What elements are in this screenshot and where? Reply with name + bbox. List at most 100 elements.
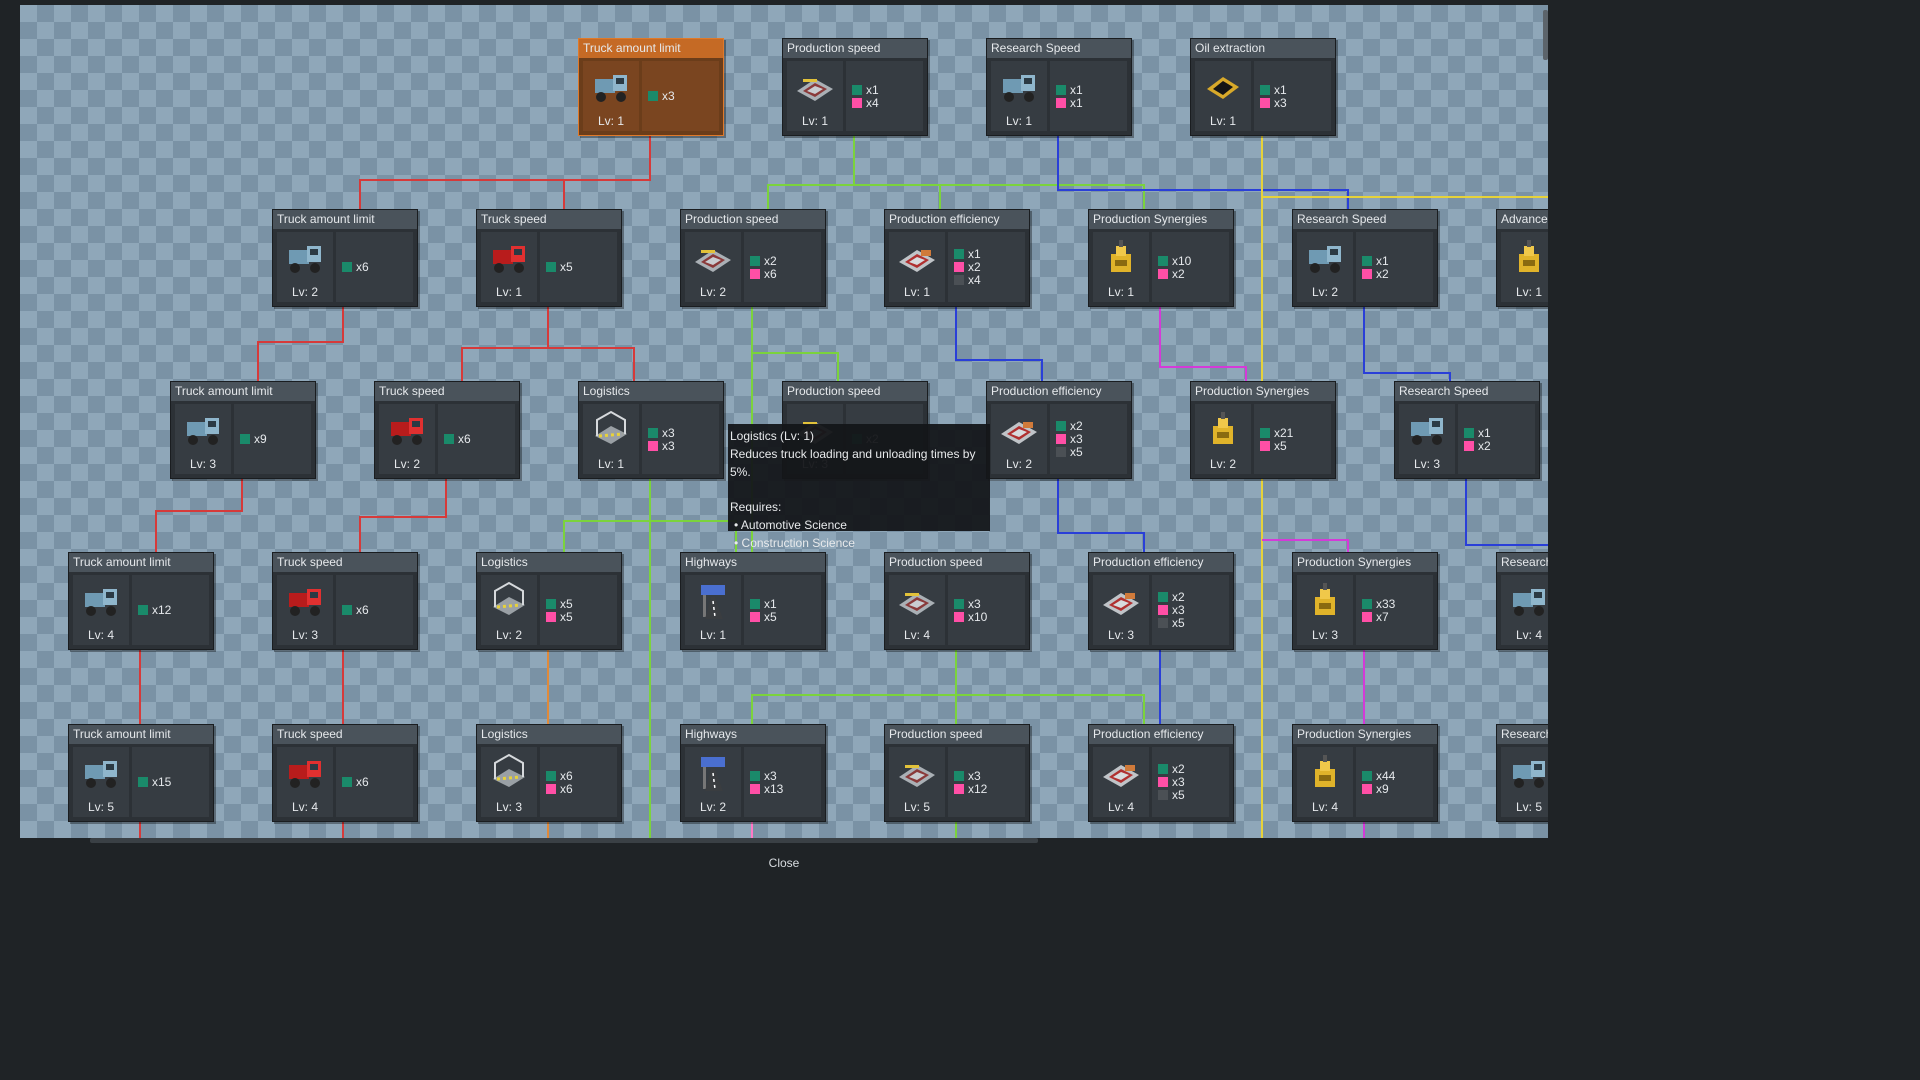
- tech-node[interactable]: Production efficiency Lv: 3 x2 x3 x5: [1088, 552, 1234, 650]
- cost-amount: x5: [560, 260, 573, 274]
- tech-node[interactable]: Truck speed Lv: 4 x6: [272, 724, 418, 822]
- tech-node[interactable]: Production Synergies Lv: 2 x21 x5: [1190, 381, 1336, 479]
- tech-node-icon-cell: Lv: 1: [889, 232, 945, 302]
- construction-science-icon: [1158, 605, 1168, 615]
- tech-node[interactable]: Oil extraction Lv: 1 x1 x3: [1190, 38, 1336, 136]
- tech-node[interactable]: Production speed Lv: 1 x1 x4: [782, 38, 928, 136]
- tech-node[interactable]: Production efficiency Lv: 4 x2 x3 x5: [1088, 724, 1234, 822]
- tech-node-level: Lv: 2: [699, 285, 726, 299]
- tech-node[interactable]: Production efficiency Lv: 2 x2 x3 x5: [986, 381, 1132, 479]
- tech-node[interactable]: Truck amount limit Lv: 1 x3: [578, 38, 724, 136]
- tooltip-title: Logistics (Lv: 1): [730, 429, 815, 443]
- tech-node[interactable]: Logistics Lv: 1 x3 x3: [578, 381, 724, 479]
- tech-node-costs: x1 x3: [1254, 61, 1331, 131]
- tech-node[interactable]: Advanced Lv: 1: [1496, 209, 1548, 307]
- tech-node-level: Lv: 4: [1107, 800, 1134, 814]
- tech-node[interactable]: Truck amount limit Lv: 3 x9: [170, 381, 316, 479]
- cost-amount: x33: [1376, 596, 1396, 611]
- tech-node[interactable]: Truck speed Lv: 2 x6: [374, 381, 520, 479]
- factory-icon: [795, 67, 835, 107]
- automotive-science-icon: [750, 770, 760, 781]
- tech-node-level: Lv: 2: [495, 628, 522, 642]
- cost-row: x7: [1362, 610, 1395, 624]
- tech-node-icon-cell: Lv: 4: [73, 575, 129, 645]
- construction-science-icon: [750, 268, 760, 279]
- tech-node[interactable]: Production Synergies Lv: 4 x44 x9: [1292, 724, 1438, 822]
- connector-line: [461, 304, 549, 382]
- truck-blue-icon: [81, 581, 121, 621]
- close-button[interactable]: Close: [754, 852, 814, 874]
- tech-node[interactable]: Truck amount limit Lv: 2 x6: [272, 209, 418, 307]
- horizontal-scrollbar[interactable]: [90, 838, 1038, 843]
- cost-amount: x2: [1478, 438, 1491, 453]
- automotive-science-icon: [240, 434, 250, 444]
- tech-tree-canvas[interactable]: Truck amount limit Lv: 1 x3 Production spee…: [20, 5, 1548, 838]
- cost-amount: x10: [1172, 253, 1192, 268]
- tech-node[interactable]: Truck speed Lv: 1 x5: [476, 209, 622, 307]
- tech-node-title: Oil extraction: [1191, 39, 1335, 58]
- tech-node-icon-cell: Lv: 1: [991, 61, 1047, 131]
- tech-node[interactable]: Research Speed Lv: 2 x1 x2: [1292, 209, 1438, 307]
- tech-node[interactable]: Research Speed Lv: 3 x1 x2: [1394, 381, 1540, 479]
- tech-node[interactable]: Production efficiency Lv: 1 x1 x2 x4: [884, 209, 1030, 307]
- cost-amount: x2: [764, 253, 777, 268]
- automotive-science-icon: [1158, 592, 1168, 602]
- cost-amount: x3: [662, 89, 675, 103]
- cost-row: x2: [1158, 762, 1185, 776]
- tech-node-icon-cell: Lv: 1: [1501, 232, 1548, 302]
- tech-node[interactable]: Production speed Lv: 2 x2 x6: [680, 209, 826, 307]
- tech-node-title: Production Synergies: [1191, 382, 1335, 401]
- cost-row: x10: [1158, 253, 1192, 268]
- tech-node[interactable]: Production Synergies Lv: 1 x10 x2: [1088, 209, 1234, 307]
- tech-node[interactable]: Research Lv: 5: [1496, 724, 1548, 822]
- tech-node[interactable]: Logistics Lv: 2 x5 x5: [476, 552, 622, 650]
- connector-line: [751, 304, 839, 382]
- cost-row: x1: [1362, 254, 1389, 268]
- vertical-scrollbar[interactable]: [1543, 10, 1548, 60]
- tech-node-title: Truck speed: [375, 382, 519, 401]
- tech-node-level: Lv: 4: [87, 628, 114, 642]
- tech-node-title: Truck speed: [273, 553, 417, 572]
- cost-amount: x3: [662, 438, 675, 453]
- tech-node[interactable]: Truck amount limit Lv: 4 x12: [68, 552, 214, 650]
- automotive-science-icon: [546, 598, 556, 609]
- tech-node-title: Production efficiency: [987, 382, 1131, 401]
- cost-amount: x2: [1172, 266, 1185, 281]
- factory-red-icon: [999, 410, 1039, 450]
- tech-node-level: Lv: 1: [699, 628, 726, 642]
- highway-icon: [693, 753, 733, 793]
- tech-node-icon-cell: Lv: 2: [991, 404, 1047, 474]
- tech-node[interactable]: Production speed Lv: 4 x3 x10: [884, 552, 1030, 650]
- automotive-science-icon: [750, 255, 760, 266]
- tooltip-description: Reduces truck loading and unloading time…: [730, 447, 976, 479]
- tech-node-title: Production Synergies: [1293, 725, 1437, 744]
- cost-amount: x5: [1070, 445, 1083, 459]
- tech-node[interactable]: Truck speed Lv: 3 x6: [272, 552, 418, 650]
- cost-amount: x2: [1172, 762, 1185, 776]
- cost-row: x12: [138, 603, 172, 617]
- cost-amount: x3: [968, 768, 981, 783]
- cost-row: x3: [648, 438, 675, 453]
- tech-node[interactable]: Truck amount limit Lv: 5 x15: [68, 724, 214, 822]
- tech-node[interactable]: Production Synergies Lv: 3 x33 x7: [1292, 552, 1438, 650]
- tech-node-level: Lv: 4: [1311, 800, 1338, 814]
- tech-node[interactable]: Highways Lv: 2 x3 x13: [680, 724, 826, 822]
- tech-node-icon-cell: Lv: 4: [889, 575, 945, 645]
- tech-node-costs: x15: [132, 747, 209, 817]
- tech-node[interactable]: Production speed Lv: 5 x3 x12: [884, 724, 1030, 822]
- connector-line: [853, 133, 941, 210]
- cost-amount: x12: [152, 603, 172, 617]
- cost-row: x5: [750, 610, 777, 624]
- tech-node-level: Lv: 3: [1107, 628, 1134, 642]
- tech-node-title: Logistics: [477, 553, 621, 572]
- construction-science-icon: [1362, 611, 1372, 622]
- cost-row: x3: [648, 426, 675, 440]
- tech-node[interactable]: Logistics Lv: 3 x6 x6: [476, 724, 622, 822]
- tech-node-costs: x3 x3: [642, 404, 719, 474]
- tech-node-costs: x1 x5: [744, 575, 821, 645]
- cost-row: x1: [1260, 83, 1287, 97]
- tech-node[interactable]: Research Lv: 4: [1496, 552, 1548, 650]
- tech-node[interactable]: Highways Lv: 1 x1 x5: [680, 552, 826, 650]
- tech-node[interactable]: Research Speed Lv: 1 x1 x1: [986, 38, 1132, 136]
- cost-row: x1: [750, 597, 777, 611]
